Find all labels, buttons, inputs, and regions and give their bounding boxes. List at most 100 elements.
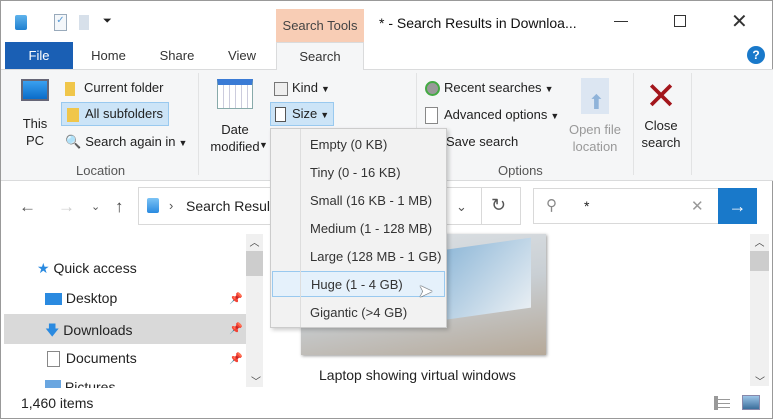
- large-icons-view-button[interactable]: [742, 395, 760, 410]
- search-icon: ⚲: [546, 197, 557, 214]
- tab-search[interactable]: Search: [276, 42, 364, 70]
- size-option-large[interactable]: Large (128 MB - 1 GB): [272, 244, 445, 270]
- all-subfolders-button[interactable]: All subfolders: [61, 102, 170, 126]
- nav-desktop[interactable]: Desktop: [45, 290, 117, 306]
- subfolders-icon: [67, 107, 79, 122]
- mouse-cursor-icon: ➤: [418, 281, 434, 301]
- calendar-icon: [217, 79, 253, 109]
- size-button[interactable]: Size ▼: [270, 102, 335, 127]
- kind-icon: [274, 81, 288, 96]
- recent-locations-button[interactable]: ⌄: [91, 200, 100, 213]
- options-group-label: Options: [498, 163, 543, 178]
- laptop-image: [441, 237, 531, 321]
- size-option-tiny[interactable]: Tiny (0 - 16 KB): [272, 160, 445, 186]
- red-x-icon: ✕: [645, 76, 677, 118]
- location-group-label: Location: [76, 163, 126, 178]
- content-scrollbar[interactable]: ︿: [750, 234, 769, 386]
- quick-access-toolbar: ✓ ⏷: [13, 13, 133, 33]
- current-folder-label: Current folder: [84, 80, 164, 95]
- save-search-label: Save search: [446, 134, 519, 149]
- nav-scrollbar[interactable]: ︿: [246, 234, 263, 387]
- item-count: 1,460 items: [21, 395, 94, 411]
- pin-icon: 📌: [229, 353, 243, 365]
- up-button[interactable]: ↑: [115, 197, 124, 217]
- document-icon: [47, 351, 60, 368]
- advanced-options-button[interactable]: Advanced options ▼: [425, 107, 559, 125]
- close-search-label: Close search: [641, 118, 681, 150]
- help-button[interactable]: ?: [747, 46, 765, 64]
- maximize-button[interactable]: [674, 15, 686, 27]
- nav-downloads[interactable]: 🡇 Downloads: [45, 320, 133, 344]
- save-search-button[interactable]: Save search: [446, 134, 518, 149]
- nav-label: Quick access: [53, 260, 137, 276]
- this-pc-label: This PC: [22, 116, 48, 148]
- forward-button[interactable]: →: [58, 197, 75, 217]
- content-scroll-down[interactable]: ﹀: [755, 373, 765, 388]
- location-icon: [147, 198, 159, 213]
- search-tools-header: Search Tools: [276, 9, 364, 42]
- star-icon: ★: [37, 260, 50, 276]
- tab-share[interactable]: Share: [146, 42, 208, 69]
- search-again-icon: 🔍: [65, 134, 82, 149]
- date-caret-icon: ▼: [259, 140, 268, 150]
- close-search-button[interactable]: ✕ Close search: [637, 77, 685, 151]
- search-again-in-button[interactable]: 🔍 Search again in ▼: [65, 134, 187, 150]
- nav-label: Pictures: [64, 379, 116, 388]
- new-folder-icon[interactable]: [79, 15, 89, 30]
- pin-icon: 📌: [229, 293, 243, 305]
- nav-label: Desktop: [65, 290, 118, 306]
- computer-icon: [21, 79, 49, 101]
- recent-searches-button[interactable]: Recent searches ▼: [425, 80, 553, 97]
- open-location-icon: ⬆: [581, 78, 609, 114]
- address-path: Search Results in Downloads: [186, 198, 271, 214]
- address-dropdown-button[interactable]: ⌄: [456, 199, 467, 215]
- nav-label: Downloads: [63, 322, 133, 338]
- nav-scroll-thumb[interactable]: [246, 251, 263, 276]
- details-view-button[interactable]: [714, 396, 730, 410]
- properties-icon[interactable]: ✓: [54, 14, 67, 31]
- refresh-button[interactable]: ↻: [491, 195, 506, 216]
- advanced-options-label: Advanced options: [444, 107, 548, 122]
- file-caption[interactable]: Laptop showing virtual windows: [319, 367, 516, 383]
- minimize-button[interactable]: [614, 21, 628, 22]
- nav-pictures[interactable]: Pictures: [41, 379, 241, 388]
- close-button[interactable]: ✕: [731, 9, 748, 34]
- date-modified-button[interactable]: Date modified: [204, 79, 266, 155]
- size-option-gigantic[interactable]: Gigantic (>4 GB): [272, 300, 445, 326]
- open-file-location-button[interactable]: ⬆ Open file location: [564, 78, 626, 155]
- tab-file[interactable]: File: [5, 42, 73, 69]
- date-modified-label: Date modified: [210, 122, 260, 154]
- desktop-icon: [45, 293, 62, 306]
- clock-icon: [425, 81, 440, 97]
- kind-label: Kind: [292, 80, 319, 95]
- explorer-icon: [15, 15, 27, 30]
- current-folder-button[interactable]: Current folder: [65, 80, 163, 96]
- nav-quick-access[interactable]: ★ Quick access: [37, 260, 137, 277]
- pin-icon: 📌: [229, 323, 243, 335]
- kind-button[interactable]: Kind ▼: [274, 80, 330, 96]
- tab-view[interactable]: View: [211, 42, 273, 69]
- content-scroll-thumb[interactable]: [750, 251, 769, 271]
- clear-search-icon[interactable]: ✕: [691, 197, 704, 215]
- nav-documents[interactable]: Documents: [45, 350, 137, 368]
- search-input[interactable]: *: [584, 198, 589, 214]
- pictures-icon: [45, 380, 61, 388]
- breadcrumb-separator-icon: ›: [169, 198, 174, 213]
- list-icon: [425, 107, 438, 125]
- nav-scroll-down[interactable]: ﹀: [251, 373, 261, 388]
- open-file-location-label: Open file location: [568, 122, 622, 154]
- size-option-medium[interactable]: Medium (1 - 128 MB): [272, 216, 445, 242]
- all-subfolders-label: All subfolders: [85, 106, 164, 121]
- customize-toolbar-icon[interactable]: ⏷: [103, 15, 112, 28]
- search-go-button[interactable]: →: [718, 188, 757, 224]
- search-again-label: Search again in: [85, 134, 176, 149]
- tab-home[interactable]: Home: [76, 42, 141, 69]
- size-label: Size: [292, 106, 318, 121]
- window-title: * - Search Results in Downloa...: [379, 15, 577, 31]
- folder-icon: [65, 81, 75, 96]
- size-option-empty[interactable]: Empty (0 KB): [272, 132, 445, 158]
- back-button[interactable]: ←: [19, 197, 36, 217]
- size-icon: [275, 107, 286, 123]
- size-option-small[interactable]: Small (16 KB - 1 MB): [272, 188, 445, 214]
- this-pc-button[interactable]: This PC: [13, 79, 57, 159]
